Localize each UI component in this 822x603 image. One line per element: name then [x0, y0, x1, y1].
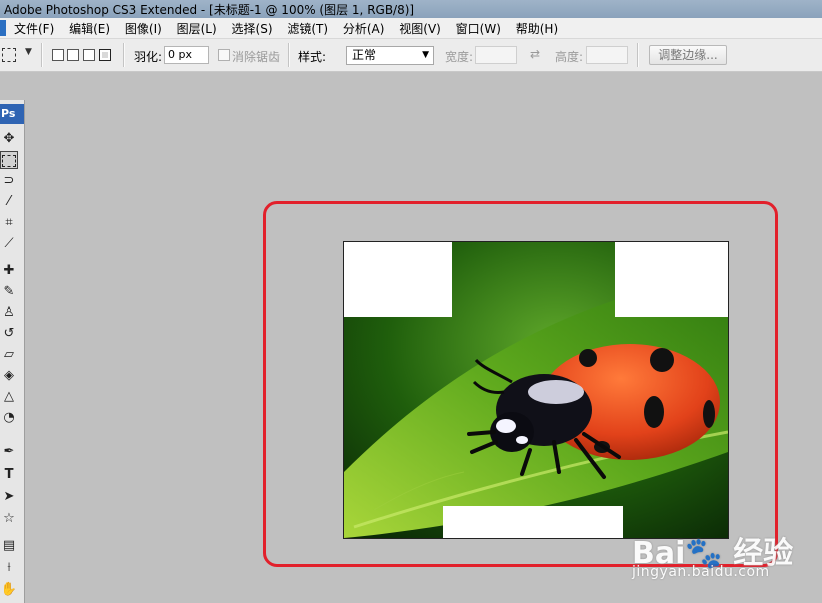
- divider: [41, 43, 43, 67]
- width-input[interactable]: [475, 46, 517, 64]
- hand-icon[interactable]: ✋: [0, 581, 18, 599]
- dodge-icon[interactable]: ◔: [0, 409, 18, 427]
- feather-input[interactable]: 0 px: [164, 46, 209, 64]
- new-selection-icon[interactable]: [52, 49, 64, 61]
- history-brush-icon[interactable]: ↺: [0, 325, 18, 343]
- menu-edit[interactable]: 编辑(E): [69, 20, 110, 37]
- options-bar: ▼ 羽化: 0 px 消除锯齿 样式: 正常 ▼ 宽度: ⇄ 高度: 调整边缘.…: [0, 39, 822, 72]
- eyedropper-icon[interactable]: ⟊: [0, 559, 18, 577]
- toolbox: Ps ✥ ⊃ ⁄ ⌗ ⟋ ✚ ✎ ♙ ↺ ▱ ◈ △ ◔ ✒ T ➤ ☆ ▤ ⟊…: [0, 100, 25, 603]
- height-label: 高度:: [555, 50, 584, 64]
- width-label: 宽度:: [445, 50, 474, 64]
- slice-icon[interactable]: ⟋: [0, 235, 18, 253]
- menu-view[interactable]: 视图(V): [399, 20, 441, 37]
- brush-icon[interactable]: ✎: [0, 283, 18, 301]
- intersect-selection-icon[interactable]: [99, 49, 111, 61]
- ps-logo: Ps: [0, 104, 24, 124]
- menu-items: 文件(F) 编辑(E) 图像(I) 图层(L) 选择(S) 滤镜(T) 分析(A…: [14, 20, 569, 37]
- lasso-icon[interactable]: ⊃: [0, 172, 18, 190]
- healing-icon[interactable]: ✚: [0, 262, 18, 280]
- style-label: 样式:: [298, 50, 327, 64]
- refine-edge-button[interactable]: 调整边缘...: [649, 45, 727, 65]
- divider: [123, 43, 125, 67]
- menu-bar: 文件(F) 编辑(E) 图像(I) 图层(L) 选择(S) 滤镜(T) 分析(A…: [0, 18, 822, 39]
- marquee-icon[interactable]: [0, 151, 18, 169]
- stamp-icon[interactable]: ♙: [0, 304, 18, 322]
- antialias-checkbox[interactable]: [218, 49, 230, 61]
- crop-icon[interactable]: ⌗: [0, 214, 18, 232]
- eraser-icon[interactable]: ▱: [0, 346, 18, 364]
- menu-window[interactable]: 窗口(W): [456, 20, 501, 37]
- paint-bucket-icon[interactable]: ◈: [0, 367, 18, 385]
- path-select-icon[interactable]: ➤: [0, 488, 18, 506]
- menu-file[interactable]: 文件(F): [14, 20, 54, 37]
- window-title: Adobe Photoshop CS3 Extended - [未标题-1 @ …: [4, 3, 415, 17]
- menu-select[interactable]: 选择(S): [232, 20, 273, 37]
- notes-icon[interactable]: ▤: [0, 537, 18, 555]
- menu-help[interactable]: 帮助(H): [516, 20, 558, 37]
- chevron-down-icon: ▼: [422, 50, 429, 60]
- highlight-frame: [263, 201, 778, 567]
- divider: [288, 43, 290, 67]
- menu-analysis[interactable]: 分析(A): [343, 20, 385, 37]
- menu-filter[interactable]: 滤镜(T): [287, 20, 328, 37]
- add-selection-icon[interactable]: [67, 49, 79, 61]
- type-icon[interactable]: T: [0, 466, 18, 484]
- move-icon[interactable]: ✥: [0, 130, 18, 148]
- title-bar: Adobe Photoshop CS3 Extended - [未标题-1 @ …: [0, 0, 822, 18]
- blur-icon[interactable]: △: [0, 388, 18, 406]
- antialias-label: 消除锯齿: [232, 50, 281, 64]
- pen-icon[interactable]: ✒: [0, 443, 18, 461]
- shape-icon[interactable]: ☆: [0, 510, 18, 528]
- marquee-preset-icon[interactable]: [2, 48, 16, 62]
- watermark-url: jingyan.baidu.com: [632, 564, 770, 580]
- subtract-selection-icon[interactable]: [83, 49, 95, 61]
- style-select[interactable]: 正常 ▼: [346, 46, 434, 65]
- menu-layer[interactable]: 图层(L): [177, 20, 217, 37]
- app-icon: [0, 20, 6, 36]
- divider: [637, 43, 639, 67]
- magic-wand-icon[interactable]: ⁄: [0, 193, 18, 211]
- watermark: Bai🐾 经验 jingyan.baidu.com: [632, 516, 822, 586]
- height-input[interactable]: [586, 46, 628, 64]
- chevron-down-icon[interactable]: ▼: [25, 47, 32, 57]
- swap-icon[interactable]: ⇄: [530, 47, 540, 61]
- feather-label: 羽化:: [134, 50, 163, 64]
- style-select-value: 正常: [352, 48, 377, 62]
- menu-image[interactable]: 图像(I): [125, 20, 162, 37]
